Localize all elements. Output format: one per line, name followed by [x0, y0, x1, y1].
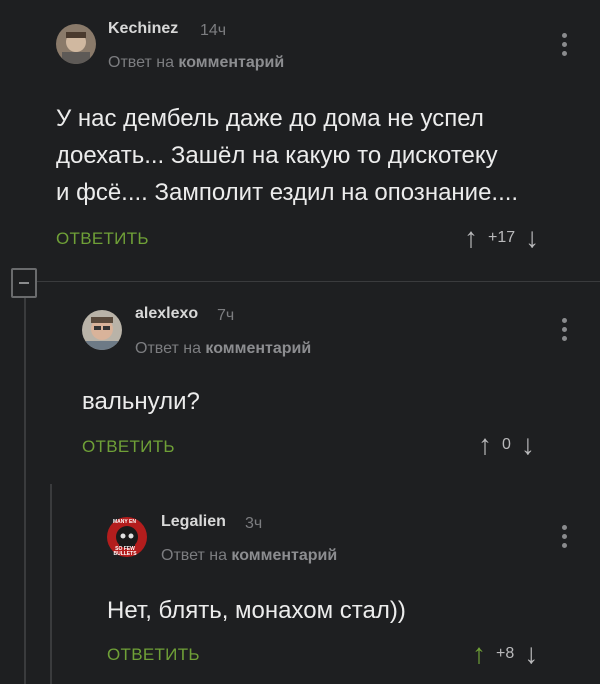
reply-to-link[interactable]: комментарий	[231, 547, 337, 564]
reply-to-line: Ответ на комментарий	[108, 54, 284, 72]
reply-to-prefix: Ответ на	[161, 547, 227, 564]
comment-text: вальнули?	[82, 383, 200, 420]
vote-controls: ↑ +17 ↓	[464, 224, 539, 252]
comment-text: Нет, блять, монахом стал))	[107, 592, 406, 629]
reply-button[interactable]: ОТВЕТИТЬ	[107, 645, 200, 665]
author-name[interactable]: alexlexo	[135, 305, 198, 323]
reply-button[interactable]: ОТВЕТИТЬ	[56, 229, 149, 249]
avatar-caption-top: MANY EN	[113, 519, 136, 525]
reply-to-prefix: Ответ на	[108, 54, 174, 71]
reply-to-link[interactable]: комментарий	[178, 54, 284, 71]
avatar[interactable]	[56, 24, 96, 64]
reply-to-prefix: Ответ на	[135, 340, 201, 357]
vote-score: 0	[502, 436, 511, 453]
comment-time: 7ч	[217, 307, 235, 324]
thread-line-level-1	[24, 298, 26, 684]
more-vertical-icon[interactable]	[562, 318, 568, 344]
comment-time: 3ч	[245, 515, 263, 532]
avatar[interactable]	[82, 310, 122, 350]
comment-text-line: и фсё.... Замполит ездил на опознание...…	[56, 179, 519, 206]
collapse-minus-icon[interactable]	[11, 268, 37, 298]
author-name[interactable]: Legalien	[161, 513, 226, 531]
comment-text-line: У нас дембель даже до дома не успел	[56, 105, 484, 132]
vote-score: +8	[496, 645, 515, 662]
reply-to-line: Ответ на комментарий	[161, 547, 337, 565]
comment-text: У нас дембель даже до дома не успел доех…	[56, 100, 518, 211]
down-arrow-icon[interactable]: ↓	[525, 224, 539, 252]
more-vertical-icon[interactable]	[562, 33, 568, 59]
comment-text-line: вальнули?	[82, 388, 200, 415]
down-arrow-icon[interactable]: ↓	[521, 431, 535, 459]
up-arrow-icon[interactable]: ↑	[464, 224, 478, 252]
author-name[interactable]: Kechinez	[108, 20, 178, 38]
vote-controls: ↑ 0 ↓	[478, 431, 535, 459]
vote-controls: ↑ +8 ↓	[472, 640, 538, 668]
down-arrow-icon[interactable]: ↓	[524, 640, 538, 668]
up-arrow-icon[interactable]: ↑	[478, 431, 492, 459]
up-arrow-icon[interactable]: ↑	[472, 640, 486, 668]
thread-line-level-2	[50, 484, 52, 684]
reply-button[interactable]: ОТВЕТИТЬ	[82, 437, 175, 457]
comment-text-line: Нет, блять, монахом стал))	[107, 597, 406, 624]
vote-score: +17	[488, 229, 516, 246]
reply-to-line: Ответ на комментарий	[135, 340, 311, 358]
thread-line-divider	[36, 281, 600, 282]
reply-to-link[interactable]: комментарий	[205, 340, 311, 357]
more-vertical-icon[interactable]	[562, 525, 568, 551]
comment-time: 14ч	[200, 22, 227, 39]
avatar-caption-bottom: SO FEW BULLETS	[113, 546, 137, 557]
comment-text-line: доехать... Зашёл на какую то дискотеку	[56, 142, 498, 169]
